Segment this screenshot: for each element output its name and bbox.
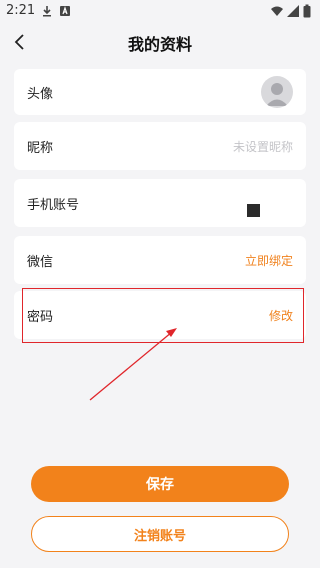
nav-bar: 我的资料 [0, 22, 320, 62]
download-icon [43, 6, 51, 17]
redacted-phone-block [247, 203, 260, 217]
wechat-label: 微信 [27, 254, 54, 270]
status-bar: 2:21 [0, 0, 320, 22]
wifi-icon [271, 6, 283, 16]
nickname-placeholder: 未设置昵称 [232, 139, 293, 154]
wechat-bind-link[interactable]: 立即绑定 [245, 252, 293, 269]
save-button[interactable]: 保存 [31, 466, 289, 502]
page-title: 我的资料 [127, 35, 192, 54]
nickname-row[interactable]: 昵称 未设置昵称 [14, 122, 306, 170]
notification-a-icon [60, 6, 70, 16]
default-avatar-icon[interactable] [261, 76, 293, 108]
battery-icon [303, 4, 311, 18]
avatar-label: 头像 [27, 86, 54, 102]
avatar-row[interactable]: 头像 [14, 69, 306, 115]
signal-icon [287, 5, 299, 17]
nickname-label: 昵称 [27, 140, 54, 156]
phone-label: 手机账号 [27, 197, 80, 213]
phone-row[interactable]: 手机账号 [14, 179, 306, 227]
password-label: 密码 [27, 309, 54, 325]
wechat-row[interactable]: 微信 立即绑定 [14, 236, 306, 284]
password-edit-link[interactable]: 修改 [269, 307, 293, 324]
cancel-account-button[interactable]: 注销账号 [31, 516, 289, 552]
status-time: 2:21 [6, 3, 36, 18]
password-row[interactable]: 密码 修改 [14, 291, 306, 339]
